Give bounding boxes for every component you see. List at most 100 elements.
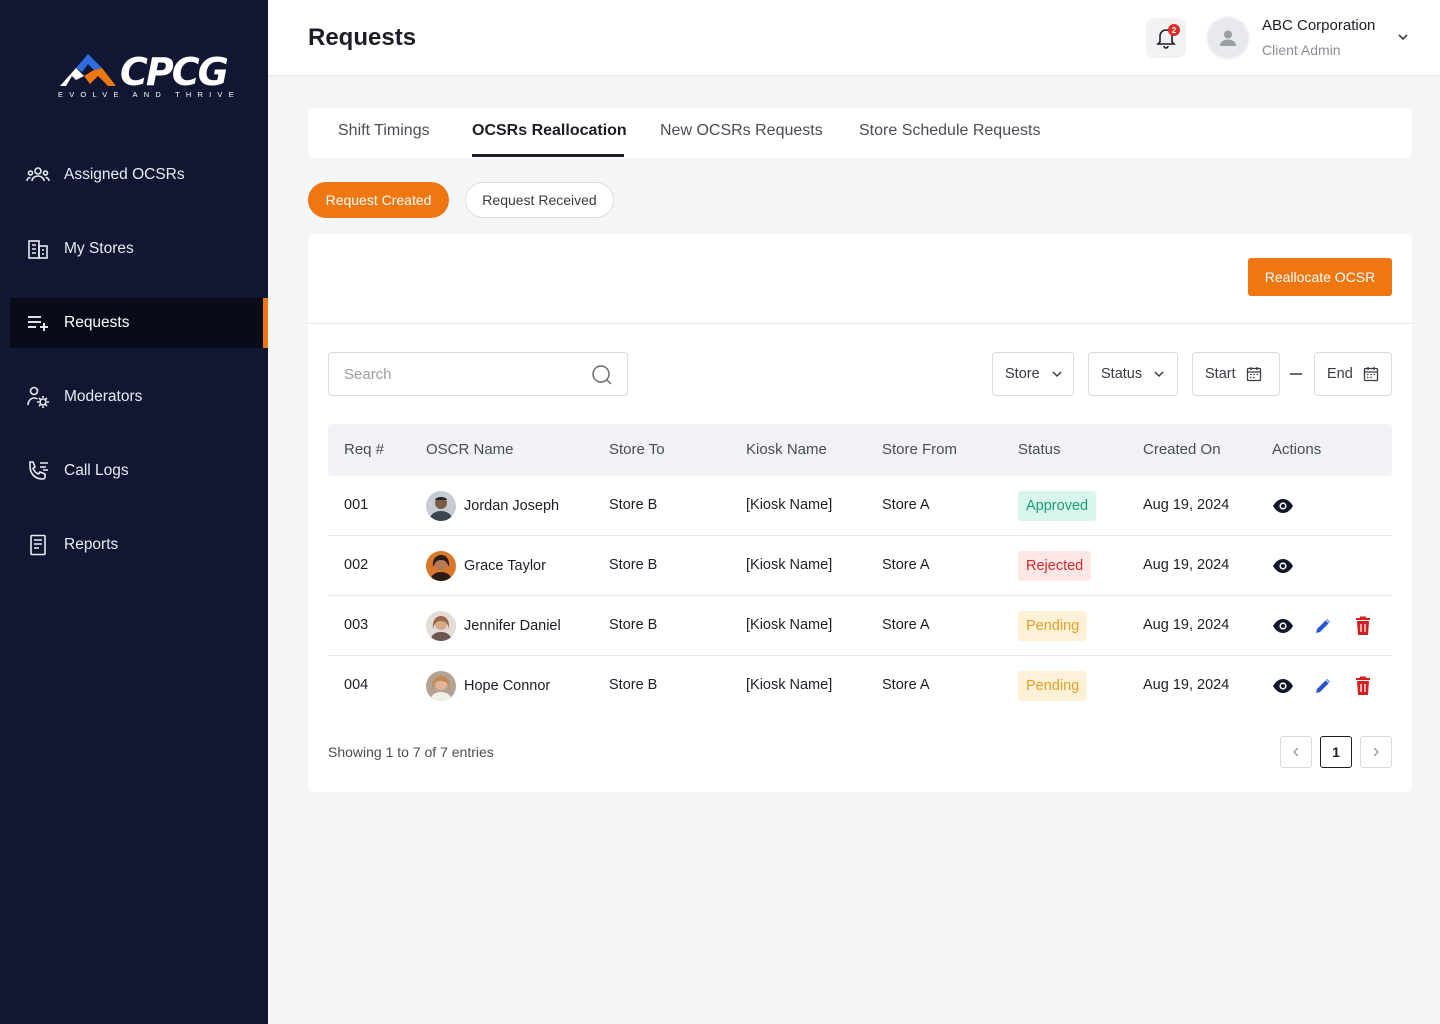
notification-badge: 2 [1168,24,1180,36]
ocsr-name: Jordan Joseph [464,498,560,514]
top-header: Requests 2 ABC Corporation Client Admin [268,0,1440,76]
chevron-down-icon[interactable] [1396,30,1410,44]
column-header[interactable]: Kiosk Name [746,441,827,458]
sidebar-item-label: Call Logs [64,462,129,479]
request-created-toggle[interactable]: Request Created [308,182,449,218]
view-icon[interactable] [1272,556,1294,576]
column-header[interactable]: Status [1018,441,1061,458]
requests-card: Reallocate OCSR Store Status Start End R… [308,234,1412,792]
entries-summary: Showing 1 to 7 of 7 entries [328,744,494,760]
page-title: Requests [308,24,417,51]
chevron-down-icon [1050,367,1064,381]
prev-page-button[interactable] [1280,736,1312,768]
sidebar-item-assigned-ocsrs[interactable]: Assigned OCSRs [10,150,268,200]
avatar [426,611,456,641]
edit-icon[interactable] [1312,616,1334,636]
status-badge: Pending [1018,611,1088,641]
table-row[interactable]: 003 Jennifer Daniel Store B [Kiosk Name]… [328,596,1392,656]
kiosk-name: [Kiosk Name] [746,557,833,573]
status-filter-select[interactable]: Status [1088,352,1178,396]
created-on: Aug 19, 2024 [1143,677,1230,693]
column-header[interactable]: Created On [1143,441,1221,458]
document-icon [26,533,50,557]
logo-text: CPCG [120,50,229,94]
sidebar-item-moderators[interactable]: Moderators [10,372,268,422]
store-from: Store A [882,557,930,573]
tabs-bar: Shift Timings OCSRs Reallocation New OCS… [308,108,1412,158]
sidebar-item-my-stores[interactable]: My Stores [10,224,268,274]
column-header[interactable]: Store From [882,441,957,458]
tab-new-ocsrs-requests[interactable]: New OCSRs Requests [660,122,823,140]
delete-icon[interactable] [1352,676,1374,696]
logo-tagline: EVOLVE AND THRIVE [58,90,240,99]
table-row[interactable]: 004 Hope Connor Store B [Kiosk Name] Sto… [328,656,1392,716]
store-filter-select[interactable]: Store [992,352,1074,396]
store-from: Store A [882,497,930,513]
sidebar-item-label: Moderators [64,388,143,405]
tab-ocsrs-reallocation[interactable]: OCSRs Reallocation [472,122,627,140]
user-avatar[interactable] [1206,16,1250,60]
table-row[interactable]: 001 Jordan Joseph Store B [Kiosk Name] S… [328,476,1392,536]
search-input[interactable] [329,353,579,395]
kiosk-name: [Kiosk Name] [746,677,833,693]
chevron-right-icon [1373,747,1379,757]
req-number: 002 [344,557,369,573]
view-icon[interactable] [1272,676,1294,696]
active-tab-indicator [472,154,624,157]
reallocate-ocsr-button[interactable]: Reallocate OCSR [1248,258,1392,296]
end-date-picker[interactable]: End [1314,352,1392,396]
store-filter-label: Store [1005,366,1040,382]
status-badge: Approved [1018,491,1097,521]
kiosk-name: [Kiosk Name] [746,497,833,513]
divider [308,323,1412,324]
column-header[interactable]: Actions [1272,441,1321,458]
req-number: 003 [344,617,369,633]
notifications-button[interactable]: 2 [1146,18,1186,58]
sidebar-item-label: Assigned OCSRs [64,166,185,183]
status-badge: Rejected [1018,551,1092,581]
store-from: Store A [882,617,930,633]
tab-store-schedule-requests[interactable]: Store Schedule Requests [859,122,1040,140]
company-name: ABC Corporation [1262,17,1376,34]
search-icon[interactable] [591,364,613,386]
ocsr-name-cell: Grace Taylor [426,551,546,581]
building-icon [26,237,50,261]
logo-mark-icon [60,54,116,86]
req-number: 004 [344,677,369,693]
edit-icon[interactable] [1312,676,1334,696]
table-row[interactable]: 002 Grace Taylor Store B [Kiosk Name] St… [328,536,1392,596]
sidebar-item-requests[interactable]: Requests [10,298,268,348]
ocsr-name: Jennifer Daniel [464,618,561,634]
delete-icon[interactable] [1352,616,1374,636]
tab-shift-timings[interactable]: Shift Timings [338,122,430,140]
created-on: Aug 19, 2024 [1143,497,1230,513]
calendar-icon [1363,366,1379,382]
start-date-label: Start [1205,366,1236,382]
column-header[interactable]: Req # [344,441,384,458]
next-page-button[interactable] [1360,736,1392,768]
avatar [426,491,456,521]
ocsr-name-cell: Hope Connor [426,671,550,701]
date-range-separator [1290,373,1302,375]
phone-list-icon [26,459,50,483]
chevron-left-icon [1293,747,1299,757]
request-received-toggle[interactable]: Request Received [465,182,614,218]
avatar [426,671,456,701]
brand-logo[interactable]: CPCG EVOLVE AND THRIVE [58,50,234,100]
store-from: Store A [882,677,930,693]
users-icon [26,163,50,187]
column-header[interactable]: Store To [609,441,665,458]
status-filter-label: Status [1101,366,1143,382]
ocsr-name-cell: Jordan Joseph [426,491,559,521]
ocsr-name: Grace Taylor [464,558,546,574]
page-number-button[interactable]: 1 [1320,736,1352,768]
user-gear-icon [26,385,50,409]
view-icon[interactable] [1272,616,1294,636]
status-badge: Pending [1018,671,1088,701]
column-header[interactable]: OSCR Name [426,441,514,458]
sidebar-item-call-logs[interactable]: Call Logs [10,446,268,496]
start-date-picker[interactable]: Start [1192,352,1280,396]
sidebar-item-reports[interactable]: Reports [10,520,268,570]
ocsr-name-cell: Jennifer Daniel [426,611,561,641]
view-icon[interactable] [1272,496,1294,516]
